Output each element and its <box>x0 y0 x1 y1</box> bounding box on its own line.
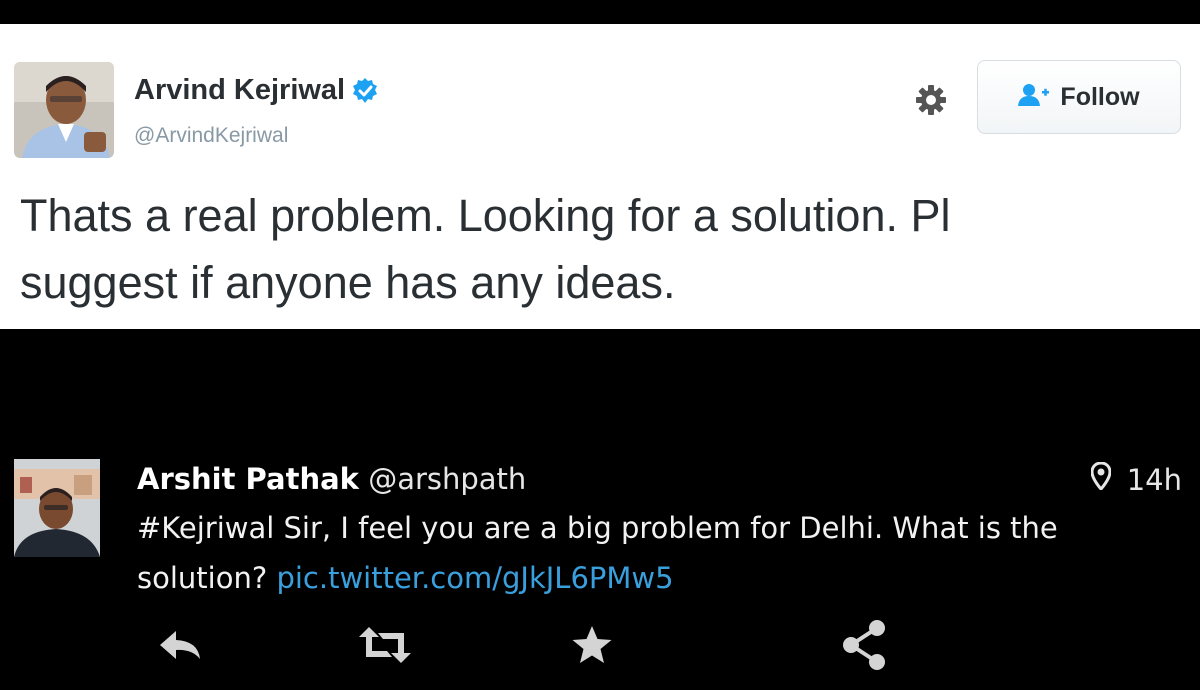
reply-timestamp: 14h <box>1126 462 1182 497</box>
reply-author-handle[interactable]: @arshpath <box>368 462 526 496</box>
reply-icon[interactable] <box>150 615 210 675</box>
author-handle[interactable]: @ArvindKejriwal <box>134 124 288 148</box>
tweet-text: Thats a real problem. Looking for a solu… <box>20 190 951 308</box>
tweet-card: Arvind Kejriwal @ArvindKejriwal Follow T… <box>0 24 1200 329</box>
avatar[interactable] <box>14 62 114 158</box>
action-bar <box>0 615 1200 675</box>
favorite-icon[interactable] <box>562 615 622 675</box>
reply-author-name[interactable]: Arshit Pathak <box>137 462 359 496</box>
add-user-icon <box>1018 82 1050 113</box>
location-pin-icon <box>1090 461 1112 497</box>
follow-label: Follow <box>1060 82 1140 111</box>
follow-button[interactable]: Follow <box>977 60 1181 134</box>
reply-header: Arshit Pathak @arshpath <box>137 462 526 496</box>
author-name[interactable]: Arvind Kejriwal <box>134 74 345 107</box>
retweet-icon[interactable] <box>355 615 415 675</box>
reply-avatar[interactable] <box>14 459 100 557</box>
reply-meta: 14h <box>1090 461 1182 497</box>
share-icon[interactable] <box>834 615 894 675</box>
reply-link[interactable]: pic.twitter.com/gJkJL6PMw5 <box>276 561 673 595</box>
reply-text: #Kejriwal Sir, I feel you are a big prob… <box>137 503 1137 603</box>
verified-badge-icon <box>351 77 379 105</box>
gear-icon[interactable] <box>915 84 947 116</box>
author-name-row: Arvind Kejriwal <box>134 74 379 107</box>
